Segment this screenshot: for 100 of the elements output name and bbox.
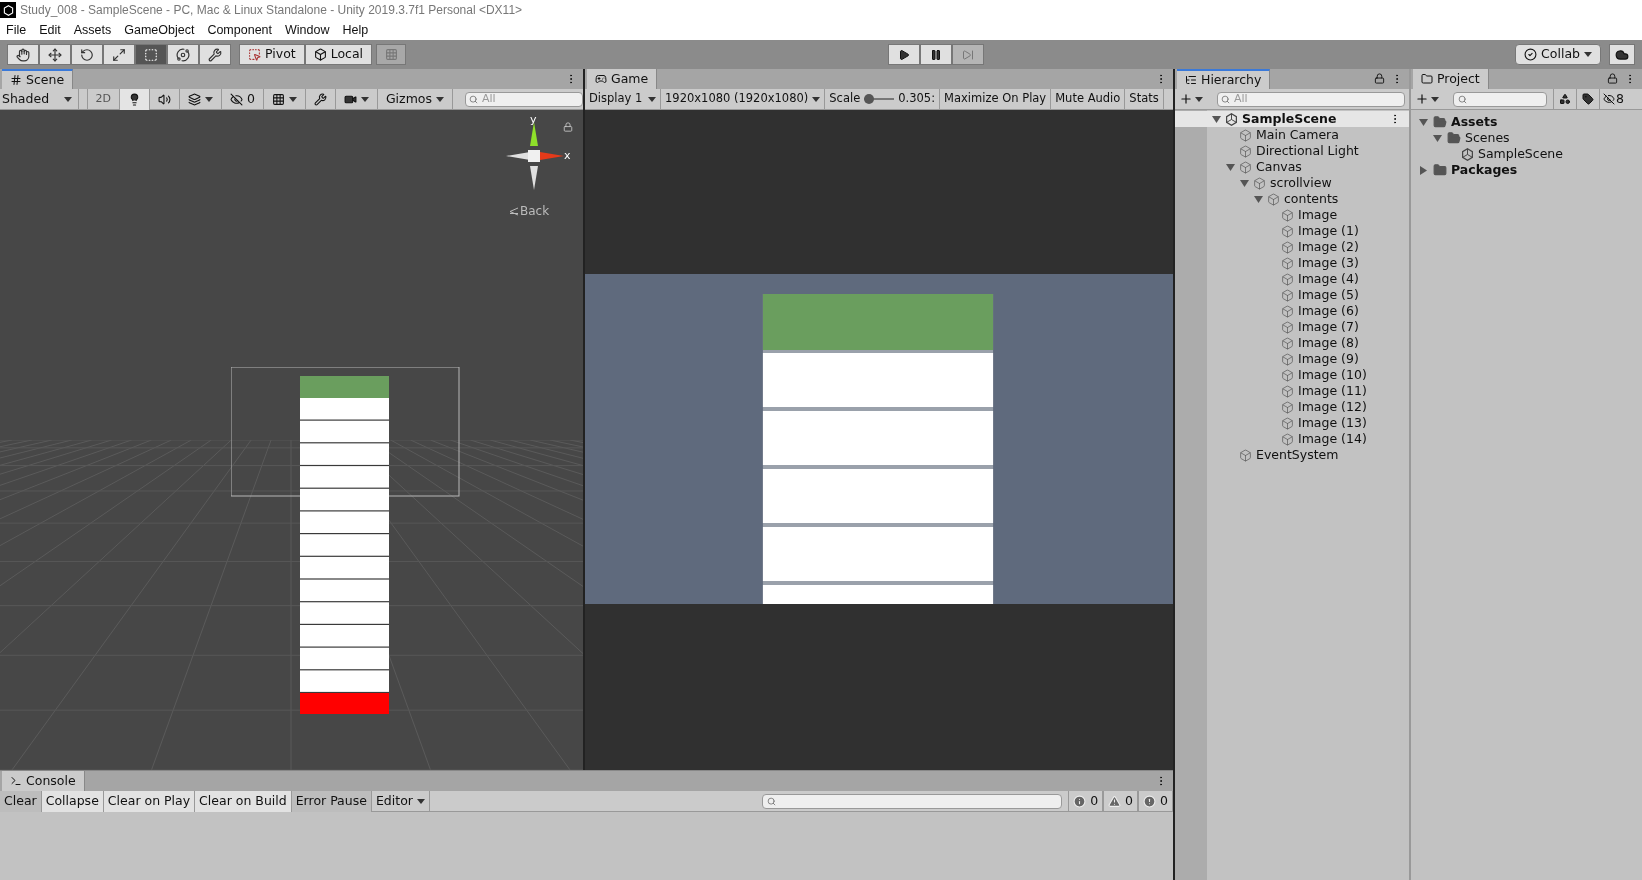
unity-logo-icon — [1461, 147, 1474, 161]
hierarchy-item[interactable]: Image (12) — [1175, 399, 1409, 415]
collab-button[interactable]: Collab — [1515, 44, 1601, 65]
open-folder-icon — [1433, 115, 1447, 129]
item-label: Packages — [1451, 161, 1518, 179]
hierarchy-item[interactable]: Canvas — [1175, 159, 1409, 175]
shading-dropdown[interactable]: Shaded — [0, 88, 79, 110]
hidden-objects-toggle[interactable]: 0 — [222, 88, 264, 110]
lock-icon[interactable] — [1607, 73, 1618, 84]
hierarchy-item[interactable]: Image (8) — [1175, 335, 1409, 351]
lock-icon[interactable] — [563, 122, 573, 132]
item-label: EventSystem — [1256, 446, 1339, 464]
project-item[interactable]: SampleScene — [1411, 146, 1642, 162]
hierarchy-item[interactable]: Image (13) — [1175, 415, 1409, 431]
hierarchy-item[interactable]: scrollview — [1175, 175, 1409, 191]
hierarchy-item[interactable]: Image (9) — [1175, 351, 1409, 367]
tool-button[interactable] — [39, 44, 71, 65]
tool-button[interactable] — [135, 44, 167, 65]
editor-dropdown[interactable]: Editor — [371, 790, 430, 812]
console-search-field[interactable] — [762, 793, 1063, 809]
search-icon — [767, 796, 777, 806]
toggle-button[interactable]: Mute Audio — [1051, 88, 1126, 110]
resolution-dropdown[interactable]: 1920x1080 (1920x1080) — [661, 88, 826, 110]
panel-tab[interactable]: Project — [1413, 69, 1489, 89]
tool-button[interactable] — [167, 44, 199, 65]
pivot-button[interactable]: Pivot — [239, 44, 305, 65]
hierarchy-item[interactable]: Image (14) — [1175, 431, 1409, 447]
hierarchy-item[interactable]: Image (2) — [1175, 239, 1409, 255]
plus-icon — [1179, 92, 1193, 106]
cloud-button[interactable] — [1609, 44, 1635, 65]
cube-icon — [1281, 384, 1294, 398]
mode-2d-toggle[interactable]: 2D — [86, 88, 120, 110]
project-item[interactable]: Assets — [1411, 114, 1642, 130]
tool-button[interactable] — [71, 44, 103, 65]
console-toggle[interactable]: Clear on Build — [195, 790, 292, 812]
hierarchy-item[interactable]: Image — [1175, 207, 1409, 223]
expand-arrow-icon[interactable] — [1211, 115, 1221, 123]
cube-icon — [1281, 272, 1294, 286]
slider-thumb[interactable] — [864, 94, 875, 104]
hierarchy-item[interactable]: Image (1) — [1175, 223, 1409, 239]
hierarchy-item[interactable]: contents — [1175, 191, 1409, 207]
hierarchy-item[interactable]: Image (11) — [1175, 383, 1409, 399]
console-toggle[interactable]: Clear — [0, 790, 42, 812]
cube-icon — [1281, 432, 1294, 446]
local-button[interactable]: Local — [304, 44, 373, 65]
project-item[interactable]: Scenes — [1411, 130, 1642, 146]
hierarchy-item[interactable]: Main Camera — [1175, 127, 1409, 143]
search-field[interactable]: All — [1217, 91, 1405, 107]
hierarchy-item[interactable]: Image (4) — [1175, 271, 1409, 287]
menu-item[interactable]: File — [6, 20, 27, 40]
tool-button[interactable] — [103, 44, 135, 65]
hierarchy-item[interactable]: Image (6) — [1175, 303, 1409, 319]
collapse-arrow-icon[interactable] — [1419, 165, 1427, 175]
menu-item[interactable]: Help — [342, 20, 369, 40]
gizmos-dropdown[interactable]: Gizmos — [377, 88, 453, 110]
log-count-button[interactable]: 0 — [1138, 790, 1173, 812]
filter-type-button[interactable] — [1553, 88, 1577, 110]
menu-item[interactable]: Assets — [73, 20, 112, 40]
cube-icon — [1239, 160, 1252, 174]
log-count-button[interactable]: 0 — [1103, 790, 1139, 812]
create-button[interactable] — [1415, 92, 1439, 106]
hierarchy-item[interactable]: SampleScene — [1175, 111, 1409, 127]
pause-button[interactable] — [920, 44, 952, 65]
cube-icon — [1281, 320, 1294, 334]
hierarchy-item[interactable]: Image (7) — [1175, 319, 1409, 335]
tool-button[interactable] — [7, 44, 39, 65]
item-label: Image (9) — [1298, 350, 1359, 368]
menu-item[interactable]: Edit — [39, 20, 61, 40]
tool-button[interactable] — [199, 44, 231, 65]
hierarchy-item[interactable]: Image (5) — [1175, 287, 1409, 303]
hidden-packages-toggle[interactable]: 8 — [1600, 88, 1627, 110]
item-label: Image (5) — [1298, 286, 1359, 304]
menu-item[interactable]: Component — [207, 20, 272, 40]
back-arrow-icon — [509, 206, 518, 216]
search-field[interactable]: All — [465, 91, 583, 107]
toggle-button[interactable]: Maximize On Play — [940, 88, 1052, 110]
lock-icon[interactable] — [1374, 73, 1385, 84]
hierarchy-item[interactable]: Image (10) — [1175, 367, 1409, 383]
search-field[interactable] — [1453, 91, 1547, 107]
cube-icon — [1281, 336, 1294, 350]
log-count-button[interactable]: 0 — [1068, 790, 1104, 812]
toggle-button[interactable]: Stats — [1125, 88, 1164, 110]
item-label: Image (2) — [1298, 238, 1359, 256]
menu-item[interactable]: Window — [285, 20, 330, 40]
panel-tab[interactable]: Game — [587, 69, 658, 89]
view-label[interactable]: Back — [520, 202, 550, 220]
panel-tab[interactable]: Scene — [2, 69, 74, 89]
project-item[interactable]: Packages — [1411, 162, 1642, 178]
display-dropdown[interactable]: Display 1 — [585, 88, 661, 110]
hierarchy-item[interactable]: Image (3) — [1175, 255, 1409, 271]
panel-tab[interactable]: Console — [2, 771, 85, 791]
scale-slider[interactable] — [864, 94, 895, 104]
caret-icon — [416, 798, 425, 804]
hierarchy-item[interactable]: EventSystem — [1175, 447, 1409, 463]
menu-item[interactable]: GameObject — [124, 20, 195, 40]
create-button[interactable] — [1179, 92, 1203, 106]
play-button[interactable] — [888, 44, 920, 65]
hierarchy-item[interactable]: Directional Light — [1175, 143, 1409, 159]
panel-tab[interactable]: Hierarchy — [1177, 69, 1271, 89]
layers-icon — [188, 92, 201, 106]
